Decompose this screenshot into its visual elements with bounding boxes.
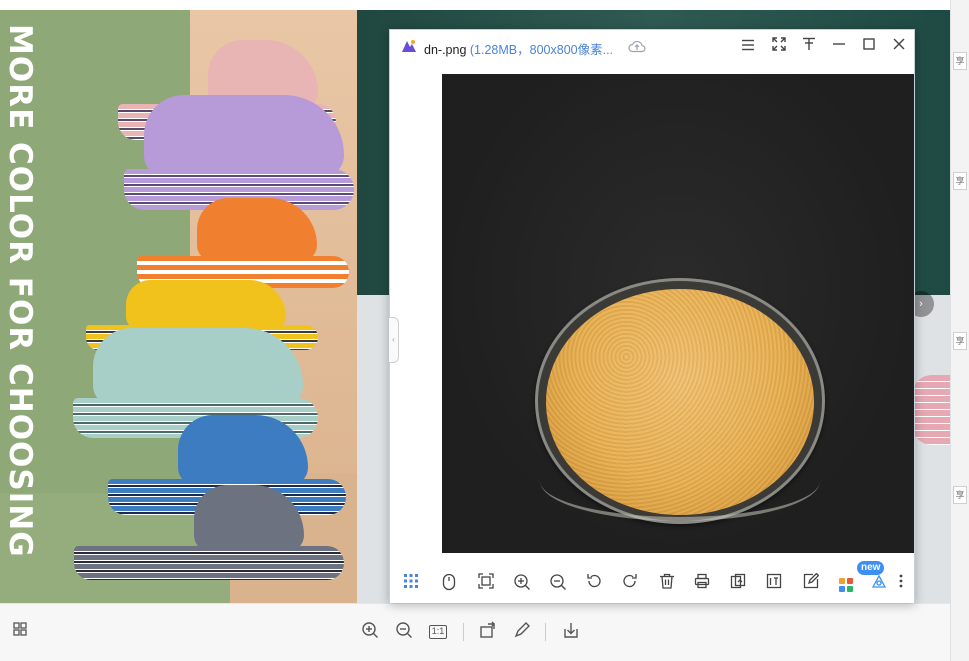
fit-screen-icon[interactable] xyxy=(475,573,497,595)
slipper-gray xyxy=(74,485,344,580)
rotate-right-icon[interactable] xyxy=(619,573,641,595)
pin-icon[interactable] xyxy=(798,35,820,57)
menu-icon[interactable] xyxy=(737,35,759,57)
more-icon[interactable] xyxy=(890,573,912,595)
thumbnails-icon[interactable] xyxy=(400,573,422,595)
rotate-left-icon[interactable] xyxy=(583,573,605,595)
fullscreen-icon[interactable] xyxy=(768,35,790,57)
grid-icon[interactable] xyxy=(9,621,31,643)
top-glyph: ˇ xyxy=(914,0,917,5)
cutout-icon[interactable] xyxy=(868,573,890,595)
file-info: (1.28MB，800x800像素... xyxy=(469,43,614,57)
background-top-strip: ˇ xyxy=(0,0,969,10)
viewer-toolbar xyxy=(390,567,914,603)
slipper-orange xyxy=(137,198,349,288)
edge-tab-1[interactable]: 享 xyxy=(953,52,967,70)
zoom-out-icon[interactable] xyxy=(393,621,415,643)
sidebar-toggle-handle[interactable]: ‹ xyxy=(389,317,399,363)
new-badge: new xyxy=(857,561,885,575)
displayed-photo xyxy=(442,74,914,553)
actual-size-button[interactable]: 1:1 xyxy=(429,625,447,639)
extract-text-icon[interactable] xyxy=(763,573,785,595)
product-vertical-text: MORE COLOR FOR CHOOSING xyxy=(2,24,38,584)
zoom-in-icon[interactable] xyxy=(359,621,381,643)
zoom-out-icon[interactable] xyxy=(547,573,569,595)
edge-tab-4[interactable]: 享 xyxy=(953,486,967,504)
edge-tab-2[interactable]: 享 xyxy=(953,172,967,190)
delete-icon[interactable] xyxy=(656,573,678,595)
print-icon[interactable] xyxy=(691,573,713,595)
convert-icon[interactable] xyxy=(727,573,749,595)
slipper-partial xyxy=(912,375,950,445)
mouse-icon[interactable] xyxy=(438,573,460,595)
apps-icon[interactable] xyxy=(839,578,853,592)
minimize-icon[interactable] xyxy=(828,35,850,57)
window-titlebar[interactable]: dn-.png (1.28MB，800x800像素... xyxy=(390,30,914,63)
petri-dish xyxy=(535,278,825,524)
cloud-upload-icon[interactable] xyxy=(628,39,646,53)
download-icon[interactable] xyxy=(560,621,582,643)
right-edge-panel: 享 享 享 享 xyxy=(950,0,969,661)
maximize-icon[interactable] xyxy=(858,35,880,57)
background-toolbar: 1:1 xyxy=(0,603,950,661)
file-name: dn-.png xyxy=(424,43,467,57)
edit-icon[interactable] xyxy=(511,621,533,643)
edit-icon[interactable] xyxy=(800,572,822,595)
image-display-area[interactable]: ‹ xyxy=(389,63,914,553)
rotate-icon[interactable] xyxy=(477,621,499,643)
window-title: dn-.png (1.28MB，800x800像素... xyxy=(424,39,613,58)
close-icon[interactable] xyxy=(888,35,910,57)
app-logo-icon xyxy=(402,40,416,52)
product-image: MORE COLOR FOR CHOOSING xyxy=(0,10,357,603)
image-viewer-window: dn-.png (1.28MB，800x800像素... ‹ new xyxy=(389,29,915,603)
product-slogan: MORE COLOR FOR CHOOSING xyxy=(2,24,38,558)
slipper-purple xyxy=(124,95,354,210)
edge-tab-3[interactable]: 享 xyxy=(953,332,967,350)
zoom-in-icon[interactable] xyxy=(511,573,533,595)
